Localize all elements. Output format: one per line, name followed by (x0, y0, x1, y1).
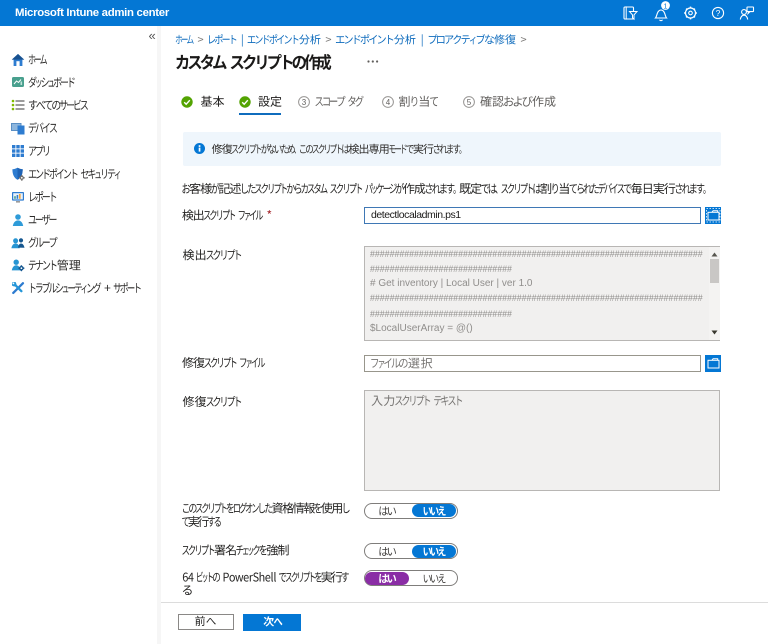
svg-text:5: 5 (466, 97, 471, 106)
svg-text:?: ? (716, 8, 721, 18)
svg-text:4: 4 (385, 97, 390, 106)
svg-text:1: 1 (664, 4, 668, 11)
svg-text:3: 3 (302, 97, 307, 106)
